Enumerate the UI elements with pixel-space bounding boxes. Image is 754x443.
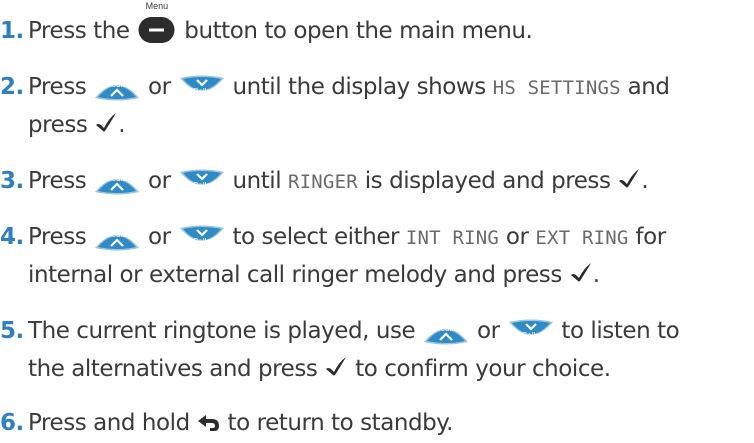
step-4: 4. Press Redial or Calls to select eithe… [0,218,666,257]
step-text: or [148,74,171,100]
tick-icon [94,107,118,145]
step-text: until the display shows [232,74,486,100]
step-text: for [635,224,666,250]
step-number: 6. [0,410,24,436]
step-text: until [232,168,282,194]
tick-icon [617,163,641,201]
step-text: . [592,262,600,288]
step-number: 2. [0,74,24,100]
step-text: Press [28,168,87,194]
step-text: to listen to [561,318,680,344]
step-text: or [476,318,500,344]
step-text: or [148,224,171,250]
redial-up-key-icon: Redial [93,168,141,196]
display-text: INT RING [405,227,500,249]
step-number: 5. [0,318,24,344]
key-caption: Calls [192,180,211,190]
key-caption: Redial [105,229,129,239]
key-caption: Redial [105,79,129,89]
step-text: or [505,224,529,250]
key-caption: Calls [521,330,540,340]
calls-down-key-icon: Calls [178,168,226,196]
display-text: HS SETTINGS [492,77,621,99]
tick-icon [324,351,348,389]
step-text: The current ringtone is played, use [28,318,416,344]
step-text: is displayed and press [364,168,611,194]
key-caption: Redial [434,323,458,333]
step-text: Press and hold [28,410,190,436]
key-caption: Menu [145,0,169,11]
step-text: Press the [28,18,130,44]
display-text: EXT RING [535,227,629,249]
key-caption: Calls [192,236,211,246]
step-text: Press [28,74,87,100]
key-caption: Redial [105,173,129,183]
menu-key-icon: Menu [138,1,175,44]
step-text: internal or external call ringer melody … [28,262,562,288]
step-text: . [118,112,126,138]
redial-up-key-icon: Redial [422,318,470,346]
step-3: 3. Press Redial or Calls until RINGER is… [0,162,649,201]
redial-up-key-icon: Redial [93,74,141,102]
step-2-cont: press . [0,106,126,145]
step-1: 1. Press the Menu button to open the mai… [0,1,533,50]
step-2: 2. Press Redial or Calls until the displ… [0,68,670,107]
calls-down-key-icon: Calls [507,318,555,346]
step-text: to select either [232,224,400,250]
step-text: to confirm your choice. [355,356,611,382]
step-text: button to open the main menu. [184,18,533,44]
back-arrow-icon [197,405,221,443]
redial-up-key-icon: Redial [93,224,141,252]
step-5-cont: the alternatives and press to confirm yo… [0,350,611,389]
step-number: 4. [0,224,24,250]
step-text: press [28,112,88,138]
calls-down-key-icon: Calls [178,74,226,102]
step-4-cont: internal or external call ringer melody … [0,256,600,295]
step-text: or [148,168,171,194]
display-text: RINGER [288,171,358,193]
step-text: and [627,74,670,100]
key-caption: Calls [192,86,211,96]
step-number: 1. [0,18,24,44]
step-number: 3. [0,168,24,194]
step-text: . [641,168,649,194]
step-6: 6. Press and hold to return to standby. [0,404,453,443]
step-text: the alternatives and press [28,356,318,382]
step-5: 5. The current ringtone is played, use R… [0,312,680,350]
tick-icon [569,257,593,295]
step-text: to return to standby. [227,410,454,436]
calls-down-key-icon: Calls [178,224,226,252]
step-text: Press [28,224,87,250]
